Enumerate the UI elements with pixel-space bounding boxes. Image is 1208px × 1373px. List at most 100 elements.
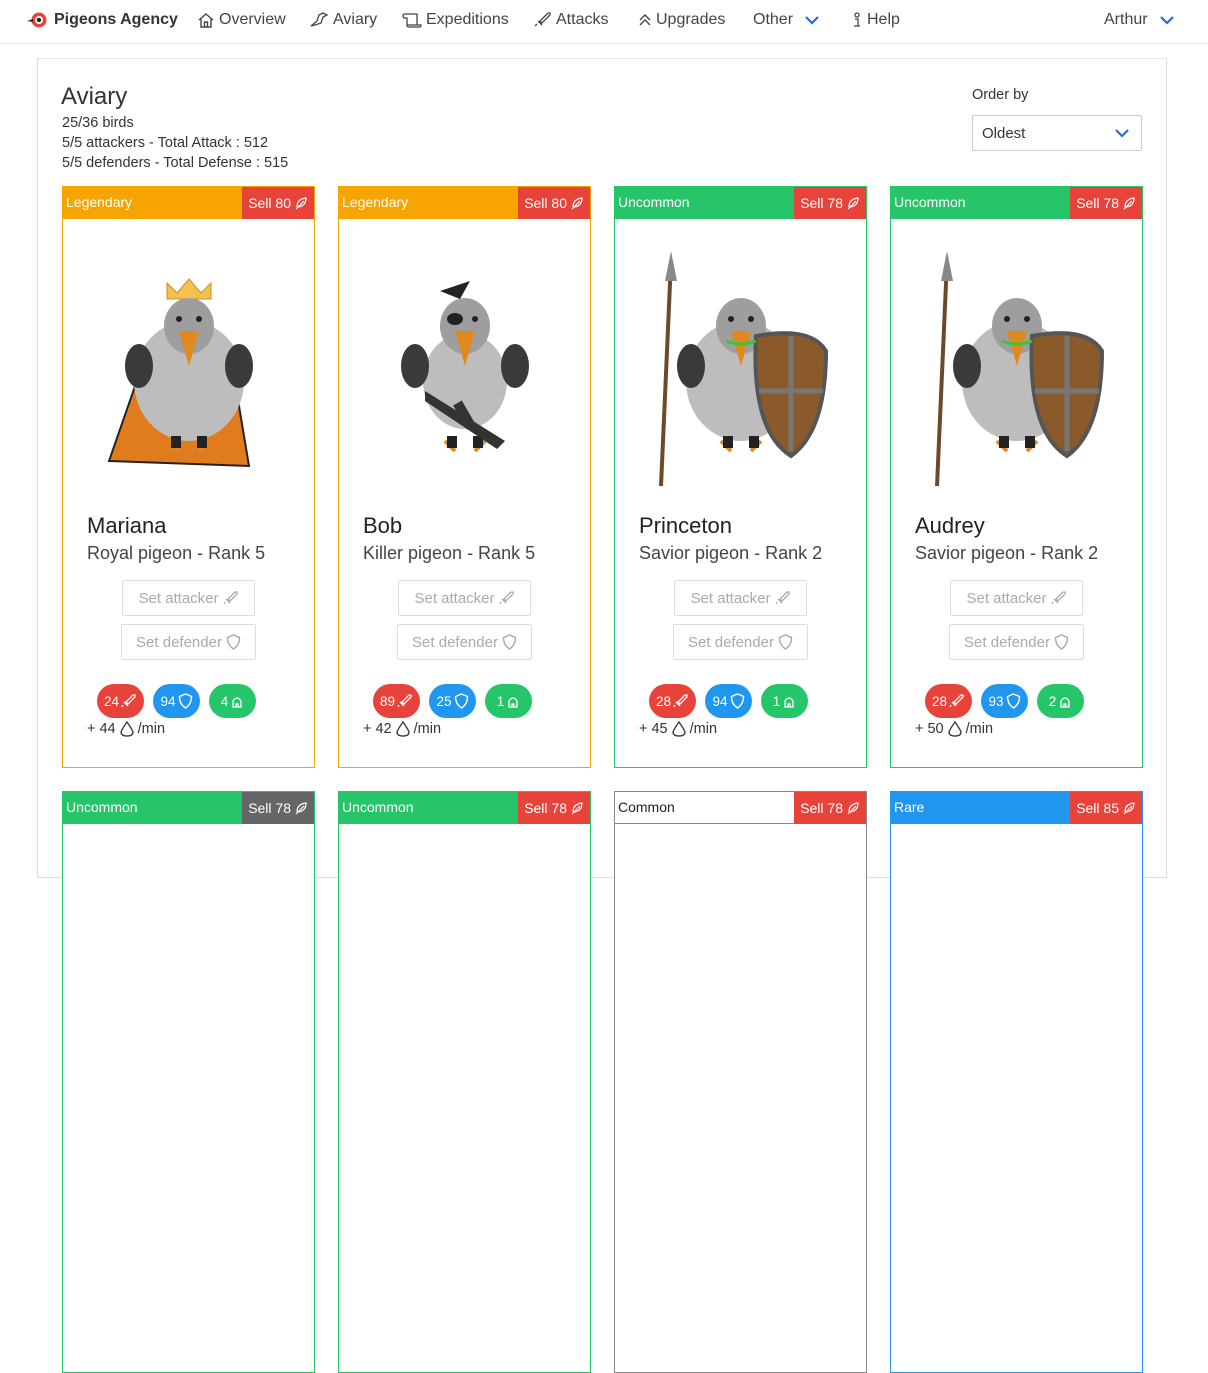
- shield-icon: [178, 693, 192, 709]
- sell-label: Sell 78: [1076, 195, 1119, 211]
- shield-icon: [1006, 693, 1020, 709]
- bird-name: Bob: [363, 513, 403, 538]
- order-by-select[interactable]: Oldest: [972, 115, 1142, 151]
- rarity-label: Legendary: [66, 194, 133, 210]
- attack-value: 24: [103, 693, 120, 709]
- order-by-value: Oldest: [982, 125, 1026, 142]
- sell-button[interactable]: Sell 80: [242, 187, 314, 219]
- sword-icon: [534, 12, 551, 27]
- defense-badge: 25: [429, 684, 476, 718]
- card-header: Rare Sell 85: [891, 792, 1142, 824]
- rarity-label: Rare: [894, 799, 925, 815]
- bird-card: Common Sell 78: [614, 791, 867, 1373]
- sell-label: Sell 80: [524, 195, 567, 211]
- defense-value: 25: [436, 693, 452, 709]
- set-attacker-button[interactable]: Set attacker: [950, 580, 1083, 616]
- set-defender-button[interactable]: Set defender: [673, 624, 808, 660]
- rate-value: + 45: [639, 721, 668, 737]
- rate-value: + 44: [87, 721, 116, 737]
- sword-icon: [1050, 591, 1066, 605]
- nav-attacks[interactable]: Attacks: [534, 11, 608, 29]
- nav-expeditions[interactable]: Expeditions: [402, 11, 509, 29]
- sell-button[interactable]: Sell 80: [518, 187, 590, 219]
- sell-button[interactable]: Sell 78: [794, 792, 866, 824]
- set-attacker-button[interactable]: Set attacker: [674, 580, 807, 616]
- set-defender-label: Set defender: [964, 633, 1050, 651]
- bird-name: Mariana: [87, 513, 167, 538]
- nav-upgrades[interactable]: Upgrades: [638, 11, 725, 29]
- card-header: Uncommon Sell 78: [615, 187, 866, 219]
- bird-card: Uncommon Sell 78: [62, 791, 315, 1373]
- attackers-summary: 5/5 attackers - Total Attack : 512: [62, 135, 269, 151]
- feed-value: 1: [772, 693, 781, 709]
- feather-icon: [847, 802, 859, 815]
- order-by-label: Order by: [972, 87, 1029, 103]
- bird-card: Uncommon Sell 78 Princeton Savior pigeon…: [614, 186, 867, 768]
- nav-help-label: Help: [867, 11, 900, 28]
- sell-label: Sell 85: [1076, 800, 1119, 816]
- sell-button[interactable]: Sell 78: [518, 792, 590, 824]
- nav-attacks-label: Attacks: [556, 11, 609, 28]
- feed-icon: [232, 697, 242, 708]
- bird-icon: [310, 12, 329, 27]
- defense-badge: 94: [153, 684, 200, 718]
- attack-value: 89: [379, 693, 396, 709]
- set-attacker-button[interactable]: Set attacker: [122, 580, 255, 616]
- bird-card: Legendary Sell 80 Bob Killer pigeon - Ra…: [338, 186, 591, 768]
- defense-value: 94: [712, 693, 728, 709]
- attack-value: 28: [655, 693, 672, 709]
- bird-name: Princeton: [639, 513, 732, 538]
- sell-button[interactable]: Sell 78: [794, 187, 866, 219]
- rarity-label: Uncommon: [66, 799, 138, 815]
- defense-value: 93: [988, 693, 1004, 709]
- bird-card: Uncommon Sell 78 Audrey Savior pigeon - …: [890, 186, 1143, 768]
- sell-button[interactable]: Sell 85: [1070, 792, 1142, 824]
- card-header: Common Sell 78: [615, 792, 866, 824]
- sword-icon: [121, 694, 136, 708]
- bird-type: Royal pigeon - Rank 5: [87, 543, 266, 563]
- set-defender-button[interactable]: Set defender: [121, 624, 256, 660]
- nav-aviary[interactable]: Aviary: [309, 11, 377, 29]
- sell-button[interactable]: Sell 78: [1070, 187, 1142, 219]
- scroll-icon: [402, 13, 422, 28]
- set-defender-label: Set defender: [688, 633, 774, 651]
- shield-icon: [730, 693, 744, 709]
- brand-name: Pigeons Agency: [54, 11, 178, 28]
- shield-icon: [454, 693, 468, 709]
- rate-value: + 50: [915, 721, 944, 737]
- defense-badge: 93: [981, 684, 1028, 718]
- droplet-icon: [947, 721, 962, 737]
- set-defender-button[interactable]: Set defender: [397, 624, 532, 660]
- nav-help[interactable]: Help: [851, 11, 900, 29]
- production-rate: + 44 /min: [87, 721, 165, 737]
- nav-other-dropdown[interactable]: Other: [753, 11, 821, 29]
- bird-card: Legendary Sell 80 Mariana Royal pigeon -…: [62, 186, 315, 768]
- user-menu[interactable]: Arthur: [1104, 11, 1176, 29]
- sell-label: Sell 78: [248, 800, 291, 816]
- feed-badge: 1: [485, 684, 532, 718]
- sword-icon: [498, 591, 514, 605]
- defenders-summary: 5/5 defenders - Total Defense : 515: [62, 155, 289, 171]
- card-header: Legendary Sell 80: [339, 187, 590, 219]
- brand-link[interactable]: Pigeons Agency: [26, 11, 178, 29]
- page-title: Aviary: [61, 83, 128, 110]
- sell-button[interactable]: Sell 78: [242, 792, 314, 824]
- feather-icon: [295, 802, 307, 815]
- bird-type: Savior pigeon - Rank 2: [639, 543, 823, 563]
- droplet-icon: [395, 721, 410, 737]
- nav-aviary-label: Aviary: [333, 11, 378, 28]
- shield-icon: [502, 634, 517, 650]
- feed-value: 1: [496, 693, 505, 709]
- chevron-down-icon: [805, 16, 819, 25]
- rate-unit: /min: [137, 721, 166, 737]
- nav-expeditions-label: Expeditions: [426, 11, 509, 28]
- set-defender-button[interactable]: Set defender: [949, 624, 1084, 660]
- set-attacker-button[interactable]: Set attacker: [398, 580, 531, 616]
- feather-icon: [295, 197, 307, 210]
- sword-icon: [673, 694, 688, 708]
- set-defender-label: Set defender: [136, 633, 222, 651]
- feed-value: 4: [220, 693, 229, 709]
- rarity-label: Uncommon: [342, 799, 414, 815]
- nav-overview[interactable]: Overview: [197, 11, 286, 29]
- shield-icon: [1054, 634, 1069, 650]
